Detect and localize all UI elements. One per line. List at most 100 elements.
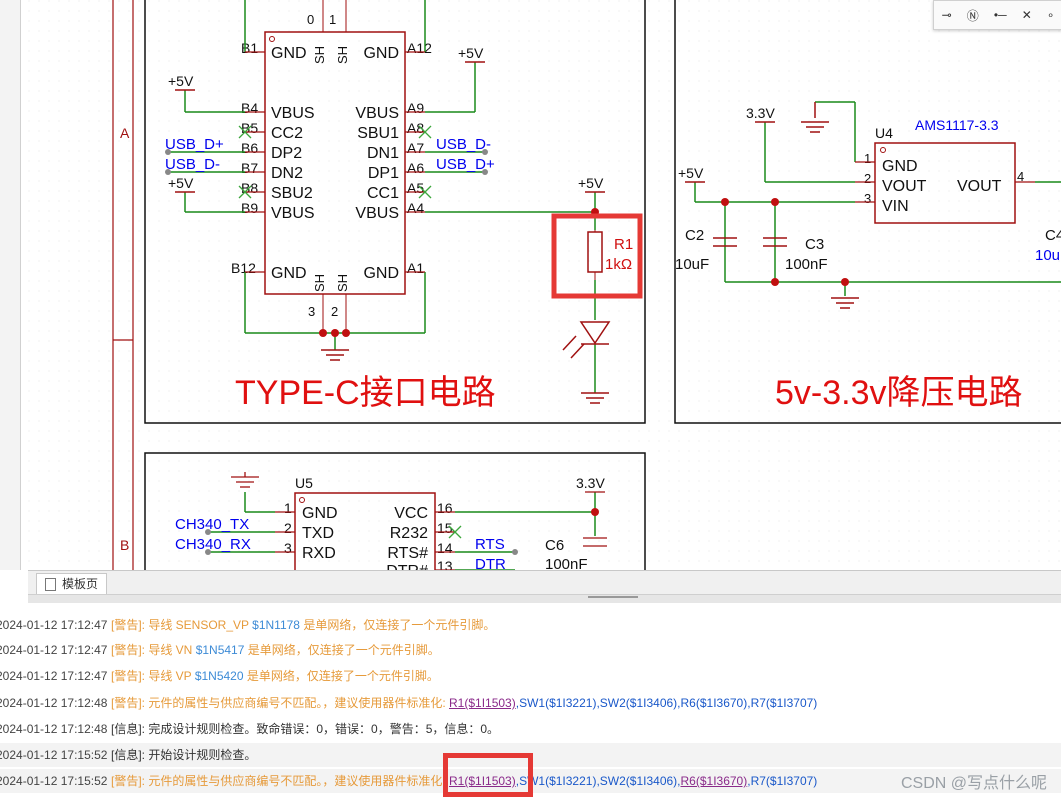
typec-right-pin-num: A4 xyxy=(407,200,424,216)
typec-top-pin-1: 1 xyxy=(329,12,336,27)
log-level: [警告] xyxy=(111,669,142,683)
tab-bar: 模板页 xyxy=(28,570,1061,595)
log-component-link[interactable]: R7($1I3707) xyxy=(751,696,818,710)
c6-ref: C6 xyxy=(545,537,564,554)
tab-label: 模板页 xyxy=(62,577,99,591)
net-label-dtr: DTR xyxy=(475,556,506,570)
typec-left-pin-name: VBUS xyxy=(271,105,315,122)
c6-value: 100nF xyxy=(545,556,588,570)
junction-icon[interactable]: ∘ xyxy=(1047,8,1055,22)
typec-right-pin-num: A12 xyxy=(407,40,432,56)
log-component-link[interactable]: R6($1I3670) xyxy=(681,774,748,788)
log-row[interactable]: 2024-01-12 17:12:47 [警告]: 导线 VP $1N5420 是… xyxy=(0,664,1061,688)
c4-value: 10u xyxy=(1035,247,1060,264)
tab-template-page[interactable]: 模板页 xyxy=(36,573,108,594)
u5-left-pin-num: 1 xyxy=(284,500,292,516)
net-label-usb-dn-left: USB_D- xyxy=(165,156,220,173)
log-level: [警告] xyxy=(111,774,142,788)
log-level: [信息] xyxy=(111,748,142,762)
typec-left-pin-name: DP2 xyxy=(271,145,302,162)
log-net-ref[interactable]: $1N1178 xyxy=(252,618,300,632)
log-message: [警告]: 导线 SENSOR_VP $1N1178 是单网络，仅连接了一个元件… xyxy=(111,613,495,637)
typec-bottom-pin-1: 2 xyxy=(331,304,338,319)
c3-value: 100nF xyxy=(785,256,828,273)
u5-left-pin-name: TXD xyxy=(302,525,334,542)
typec-right-pin-num: A9 xyxy=(407,100,424,116)
typec-left-pin-name: DN2 xyxy=(271,165,303,182)
log-row[interactable]: 2024-01-12 17:12:48 [警告]: 元件的属性与供应商编号不匹配。… xyxy=(0,691,1061,715)
log-message: [信息]: 完成设计规则检查。致命错误：0，错误：0，警告：5，信息：0。 xyxy=(111,717,499,741)
mini-toolbar: ⊸ Ⓝ •─ ✕ ∘ xyxy=(933,0,1061,30)
typec-bottom-pin-0: 3 xyxy=(308,304,315,319)
u4-pin-num-1: 1 xyxy=(864,151,871,166)
u4-pin-name-1: GND xyxy=(882,158,918,175)
typec-right-pin-num: A6 xyxy=(407,160,424,176)
close-x-icon[interactable]: ✕ xyxy=(1022,8,1032,22)
u5-left-pin-num: 3 xyxy=(284,540,292,556)
log-component-link[interactable]: SW2($1I3406) xyxy=(600,774,677,788)
c2-ref: C2 xyxy=(685,227,704,244)
net-label-rts: RTS xyxy=(475,536,505,553)
typec-right-pin-name: SBU1 xyxy=(357,125,399,142)
log-component-link[interactable]: R1($1I1503) xyxy=(449,696,516,710)
log-text: : 元件的属性与供应商编号不匹配。，建议使用器件标准化: xyxy=(141,774,450,788)
log-row[interactable]: 2024-01-12 17:12:47 [警告]: 导线 VN $1N5417 是… xyxy=(0,638,1061,662)
power-label-5v-2: +5V xyxy=(168,175,194,191)
power-label-5v-1: +5V xyxy=(168,73,194,89)
schematic-drawing: A B 0 1 SH SH SH SH 3 2 GNDB1VBUSB4CC2B5… xyxy=(28,0,1061,570)
u4-pin-num-3: 3 xyxy=(864,191,871,206)
typec-left-pin-name: GND xyxy=(271,265,307,282)
r1-ref: R1 xyxy=(614,236,633,253)
u5-right-pin-num: 13 xyxy=(437,558,453,570)
log-component-link[interactable]: SW1($1I3221) xyxy=(519,696,596,710)
u5-right-pin-num: 14 xyxy=(437,540,453,556)
log-text: : 导线 SENSOR_VP xyxy=(141,618,253,632)
log-component-link[interactable]: R6($1I3670) xyxy=(681,696,748,710)
log-net-ref[interactable]: $1N5420 xyxy=(195,669,244,683)
ldo-power-out-label: 3.3V xyxy=(746,105,775,121)
log-timestamp: 2024-01-12 17:12:48 xyxy=(0,722,108,736)
log-net-ref[interactable]: $1N5417 xyxy=(196,643,245,657)
typec-right-pin-name: GND xyxy=(363,45,399,62)
log-level: [警告] xyxy=(111,643,142,657)
typec-left-pin-num: B6 xyxy=(241,140,258,156)
u4-pin-name-2: VOUT xyxy=(882,178,927,195)
log-message: [警告]: 元件的属性与供应商编号不匹配。，建议使用器件标准化: R1($1I1… xyxy=(111,691,817,715)
typec-right-pin-name: DN1 xyxy=(367,145,399,162)
power-label-5v-3: +5V xyxy=(458,45,484,61)
typec-left-pin-num: B12 xyxy=(231,260,256,276)
watermark: CSDN @写点什么呢 xyxy=(900,775,1047,792)
splitter-grip[interactable] xyxy=(588,596,638,602)
log-text: : 导线 VP xyxy=(141,669,195,683)
u5-left-pin-num: 2 xyxy=(284,520,292,536)
log-level: [警告] xyxy=(111,696,142,710)
log-text: : 完成设计规则检查。致命错误：0，错误：0，警告：5，信息：0。 xyxy=(141,722,500,736)
log-component-link[interactable]: SW2($1I3406) xyxy=(600,696,677,710)
log-row[interactable]: 2024-01-12 17:12:48 [信息]: 完成设计规则检查。致命错误：0… xyxy=(0,717,1061,741)
no-connect-icon[interactable]: Ⓝ xyxy=(967,7,979,24)
wire-end-icon[interactable]: ⊸ xyxy=(942,8,952,22)
u4-pin-num-2: 2 xyxy=(864,171,871,186)
log-row[interactable]: 2024-01-12 17:12:47 [警告]: 导线 SENSOR_VP $1… xyxy=(0,613,1061,637)
log-text-suffix: 是单网络，仅连接了一个元件引脚。 xyxy=(299,618,496,632)
u4-part: AMS1117-3.3 xyxy=(915,117,999,133)
log-text-suffix: 是单网络，仅连接了一个元件引脚。 xyxy=(243,669,439,683)
u5-left-pin-name: RXD xyxy=(302,545,336,562)
typec-left-pin-num: B7 xyxy=(241,160,258,176)
typec-left-pin-num: B9 xyxy=(241,200,258,216)
ch340-junction xyxy=(591,508,599,516)
pin-icon[interactable]: •─ xyxy=(994,8,1007,22)
log-timestamp: 2024-01-12 17:15:52 xyxy=(0,748,108,762)
left-side-panel xyxy=(0,0,21,570)
log-component-link[interactable]: R7($1I3707) xyxy=(751,774,818,788)
log-timestamp: 2024-01-12 17:12:47 xyxy=(0,669,108,683)
schematic-canvas[interactable]: A B 0 1 SH SH SH SH 3 2 GNDB1VBUSB4CC2B5… xyxy=(28,0,1061,570)
u5-left-pin-name: GND xyxy=(302,505,338,522)
typec-left-pin-name: SBU2 xyxy=(271,185,313,202)
log-timestamp: 2024-01-12 17:15:52 xyxy=(0,774,108,788)
row-label-b: B xyxy=(120,537,129,553)
u5-right-pin-num: 16 xyxy=(437,500,453,516)
u5-right-pin-name: DTR# xyxy=(386,563,428,570)
log-message: [警告]: 导线 VN $1N5417 是单网络，仅连接了一个元件引脚。 xyxy=(111,638,440,662)
c4-ref: C4 xyxy=(1045,227,1061,244)
